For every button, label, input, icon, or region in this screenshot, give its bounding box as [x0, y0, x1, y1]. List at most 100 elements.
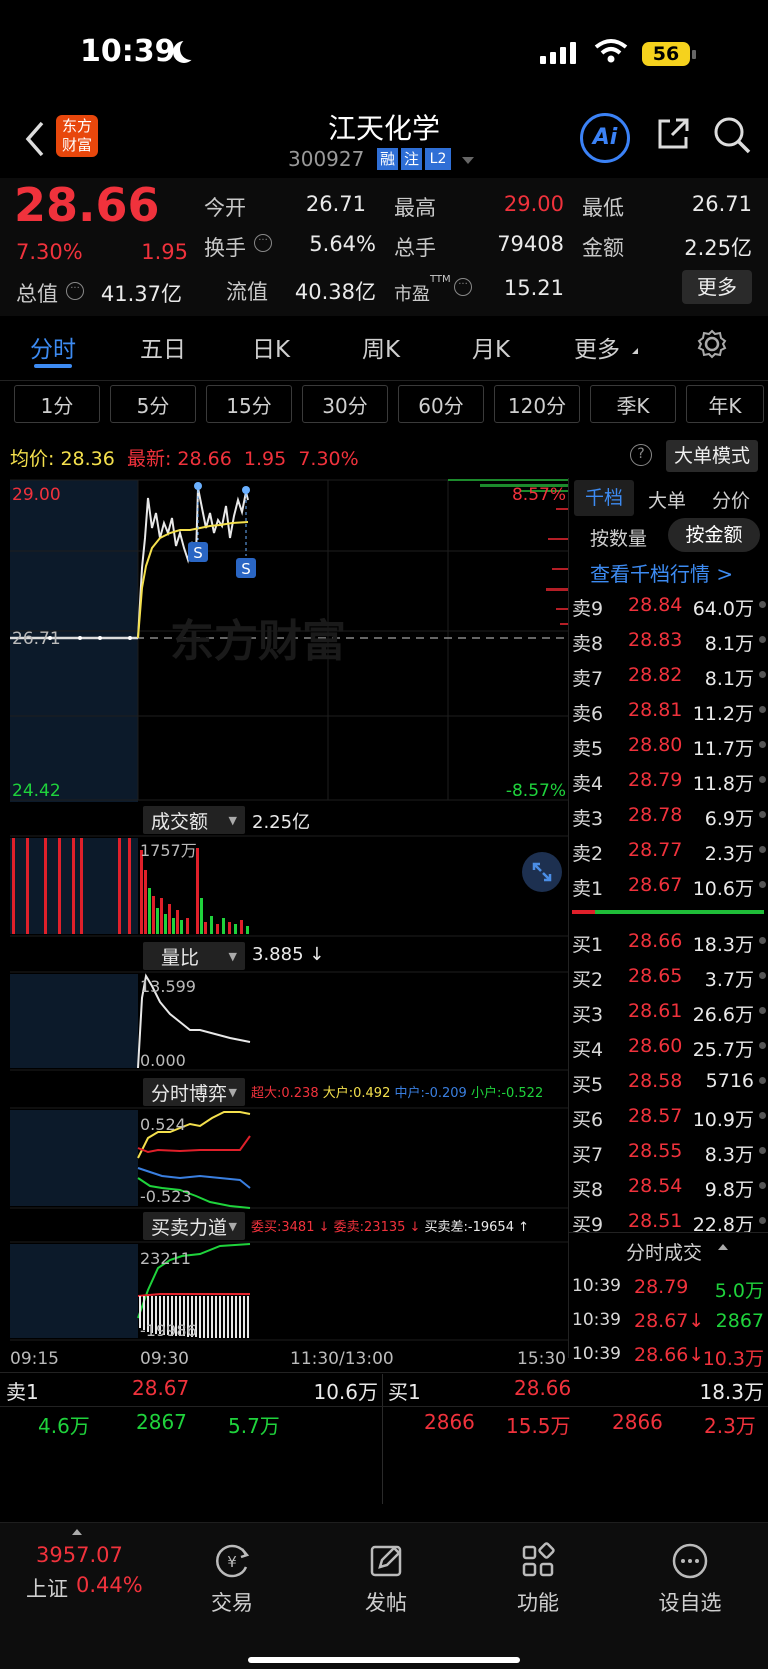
nav-post[interactable]: 发帖	[326, 1523, 446, 1643]
nav-watchlist[interactable]: 设自选	[630, 1523, 750, 1643]
asks-level-label: 卖7	[572, 668, 604, 690]
asks-row[interactable]: 卖6 28.81 11.2万	[568, 695, 768, 725]
index-pct[interactable]: 0.44%	[76, 1573, 143, 1597]
more-button[interactable]: 更多	[682, 270, 752, 304]
watermark: 东方财富	[170, 616, 346, 667]
game-indicator-selector[interactable]: 分时博弈 ▼	[143, 1078, 245, 1106]
expand-up-icon[interactable]	[72, 1529, 82, 1535]
mcap-label: 总值	[16, 282, 58, 306]
force-indicator-selector[interactable]: 买卖力道 ▼	[143, 1212, 245, 1240]
amount-label: 金额	[582, 236, 624, 260]
bids-row[interactable]: 买8 28.54 9.8万	[568, 1171, 768, 1201]
asks-row[interactable]: 卖2 28.77 2.3万	[568, 835, 768, 865]
buy-order-volume: 2866	[424, 1410, 475, 1434]
asks-row[interactable]: 卖1 28.67 10.6万	[568, 870, 768, 900]
tab-five-day[interactable]: 五日	[140, 330, 186, 364]
order-dot-icon	[759, 1217, 766, 1224]
amount-indicator-selector[interactable]: 成交额 ▼	[143, 806, 245, 834]
tab-day-k[interactable]: 日K	[252, 330, 290, 364]
asks-volume: 8.1万	[704, 668, 754, 690]
bids-row[interactable]: 买1 28.66 18.3万	[568, 926, 768, 956]
info-icon[interactable]: ···	[66, 282, 84, 300]
ratio-indicator-selector[interactable]: 量比 ▼	[143, 942, 245, 970]
asks-row[interactable]: 卖5 28.80 11.7万	[568, 730, 768, 760]
period-120m[interactable]: 120分	[494, 385, 580, 423]
bids-price: 28.60	[628, 1035, 683, 1057]
trades-header[interactable]: 分时成交	[626, 1238, 702, 1265]
sell-order-volume: 4.6万	[38, 1414, 90, 1438]
info-icon[interactable]: ···	[254, 234, 272, 252]
bids-price: 28.58	[628, 1070, 683, 1092]
search-icon[interactable]	[712, 115, 752, 155]
order-dot-icon	[759, 811, 766, 818]
bids-row[interactable]: 买3 28.61 26.6万	[568, 996, 768, 1026]
tab-underline	[34, 364, 72, 368]
time-label: 11:30/13:00	[290, 1349, 394, 1369]
high-label: 最高	[394, 196, 436, 220]
nav-trade[interactable]: ¥ 交易	[172, 1523, 292, 1643]
sell-order-volume: 2867	[136, 1410, 187, 1434]
asks-row[interactable]: 卖7 28.82 8.1万	[568, 660, 768, 690]
asks-level-label: 卖6	[572, 703, 604, 725]
turnover-value: 5.64%	[309, 232, 376, 256]
info-bar: 均价: 28.36 最新: 28.66 1.95 7.30%	[10, 444, 359, 471]
info-icon[interactable]: ···	[454, 278, 472, 296]
ask-volume-value: 委卖:23135 ↓	[333, 1220, 421, 1235]
asks-row[interactable]: 卖9 28.84 64.0万	[568, 590, 768, 620]
period-5m[interactable]: 5分	[110, 385, 196, 423]
asks-volume: 8.1万	[704, 633, 754, 655]
bids-row[interactable]: 买2 28.65 3.7万	[568, 961, 768, 991]
bids-row[interactable]: 买6 28.57 10.9万	[568, 1101, 768, 1131]
nav-function[interactable]: 功能	[478, 1523, 598, 1643]
bids-volume: 8.3万	[704, 1144, 754, 1166]
period-15m[interactable]: 15分	[206, 385, 292, 423]
nav-watchlist-label: 设自选	[658, 1591, 722, 1615]
collapse-icon[interactable]	[718, 1244, 728, 1250]
bid-volume-value: 委买:3481 ↓	[251, 1220, 330, 1235]
index-value[interactable]: 3957.07	[36, 1543, 123, 1567]
period-60m[interactable]: 60分	[398, 385, 484, 423]
dropdown-icon[interactable]	[462, 157, 474, 164]
asks-row[interactable]: 卖3 28.78 6.9万	[568, 800, 768, 830]
big-order-mode-button[interactable]: 大单模式	[666, 440, 758, 472]
period-1m[interactable]: 1分	[14, 385, 100, 423]
order-dot-icon	[759, 636, 766, 643]
bids-price: 28.57	[628, 1105, 683, 1127]
asks-level-label: 卖8	[572, 633, 604, 655]
bids-row[interactable]: 买5 28.58 5716	[568, 1066, 768, 1096]
tab-more[interactable]: 更多	[574, 330, 620, 364]
super-large-value: 超大:0.238	[251, 1086, 319, 1101]
bids-row[interactable]: 买7 28.55 8.3万	[568, 1136, 768, 1166]
expand-icon[interactable]	[522, 852, 562, 892]
bids-volume: 25.7万	[692, 1039, 754, 1061]
asks-row[interactable]: 卖4 28.79 11.8万	[568, 765, 768, 795]
share-icon[interactable]	[654, 115, 692, 153]
ratio-min-label: 0.000	[140, 1051, 186, 1070]
back-icon[interactable]	[22, 119, 48, 159]
help-icon[interactable]: ?	[630, 444, 652, 466]
period-year-k[interactable]: 年K	[686, 385, 764, 423]
trade-price: 28.79	[634, 1276, 689, 1298]
ai-button[interactable]: Ai	[580, 113, 630, 163]
asks-row[interactable]: 卖8 28.83 8.1万	[568, 625, 768, 655]
battery-icon: 56	[642, 42, 690, 66]
tab-intraday[interactable]: 分时	[30, 330, 76, 364]
tab-week-k[interactable]: 周K	[362, 330, 400, 364]
large-value: 大户:0.492	[322, 1086, 391, 1101]
tab-month-k[interactable]: 月K	[472, 330, 510, 364]
time-label: 09:15	[10, 1349, 59, 1369]
asks-price: 28.78	[628, 804, 683, 826]
asks-level-label: 卖2	[572, 843, 604, 865]
period-30m[interactable]: 30分	[302, 385, 388, 423]
bids-price: 28.61	[628, 1000, 683, 1022]
corner-icon	[632, 348, 638, 354]
index-name[interactable]: 上证	[26, 1573, 68, 1603]
force-max-label: 23211	[140, 1249, 191, 1268]
period-season-k[interactable]: 季K	[590, 385, 676, 423]
bids-row[interactable]: 买4 28.60 25.7万	[568, 1031, 768, 1061]
order-dot-icon	[759, 881, 766, 888]
sell1-label: 卖1	[6, 1380, 39, 1404]
status-bar: 10:39 56	[0, 0, 768, 105]
gear-icon[interactable]	[696, 328, 728, 360]
avg-value: 28.36	[60, 448, 115, 470]
